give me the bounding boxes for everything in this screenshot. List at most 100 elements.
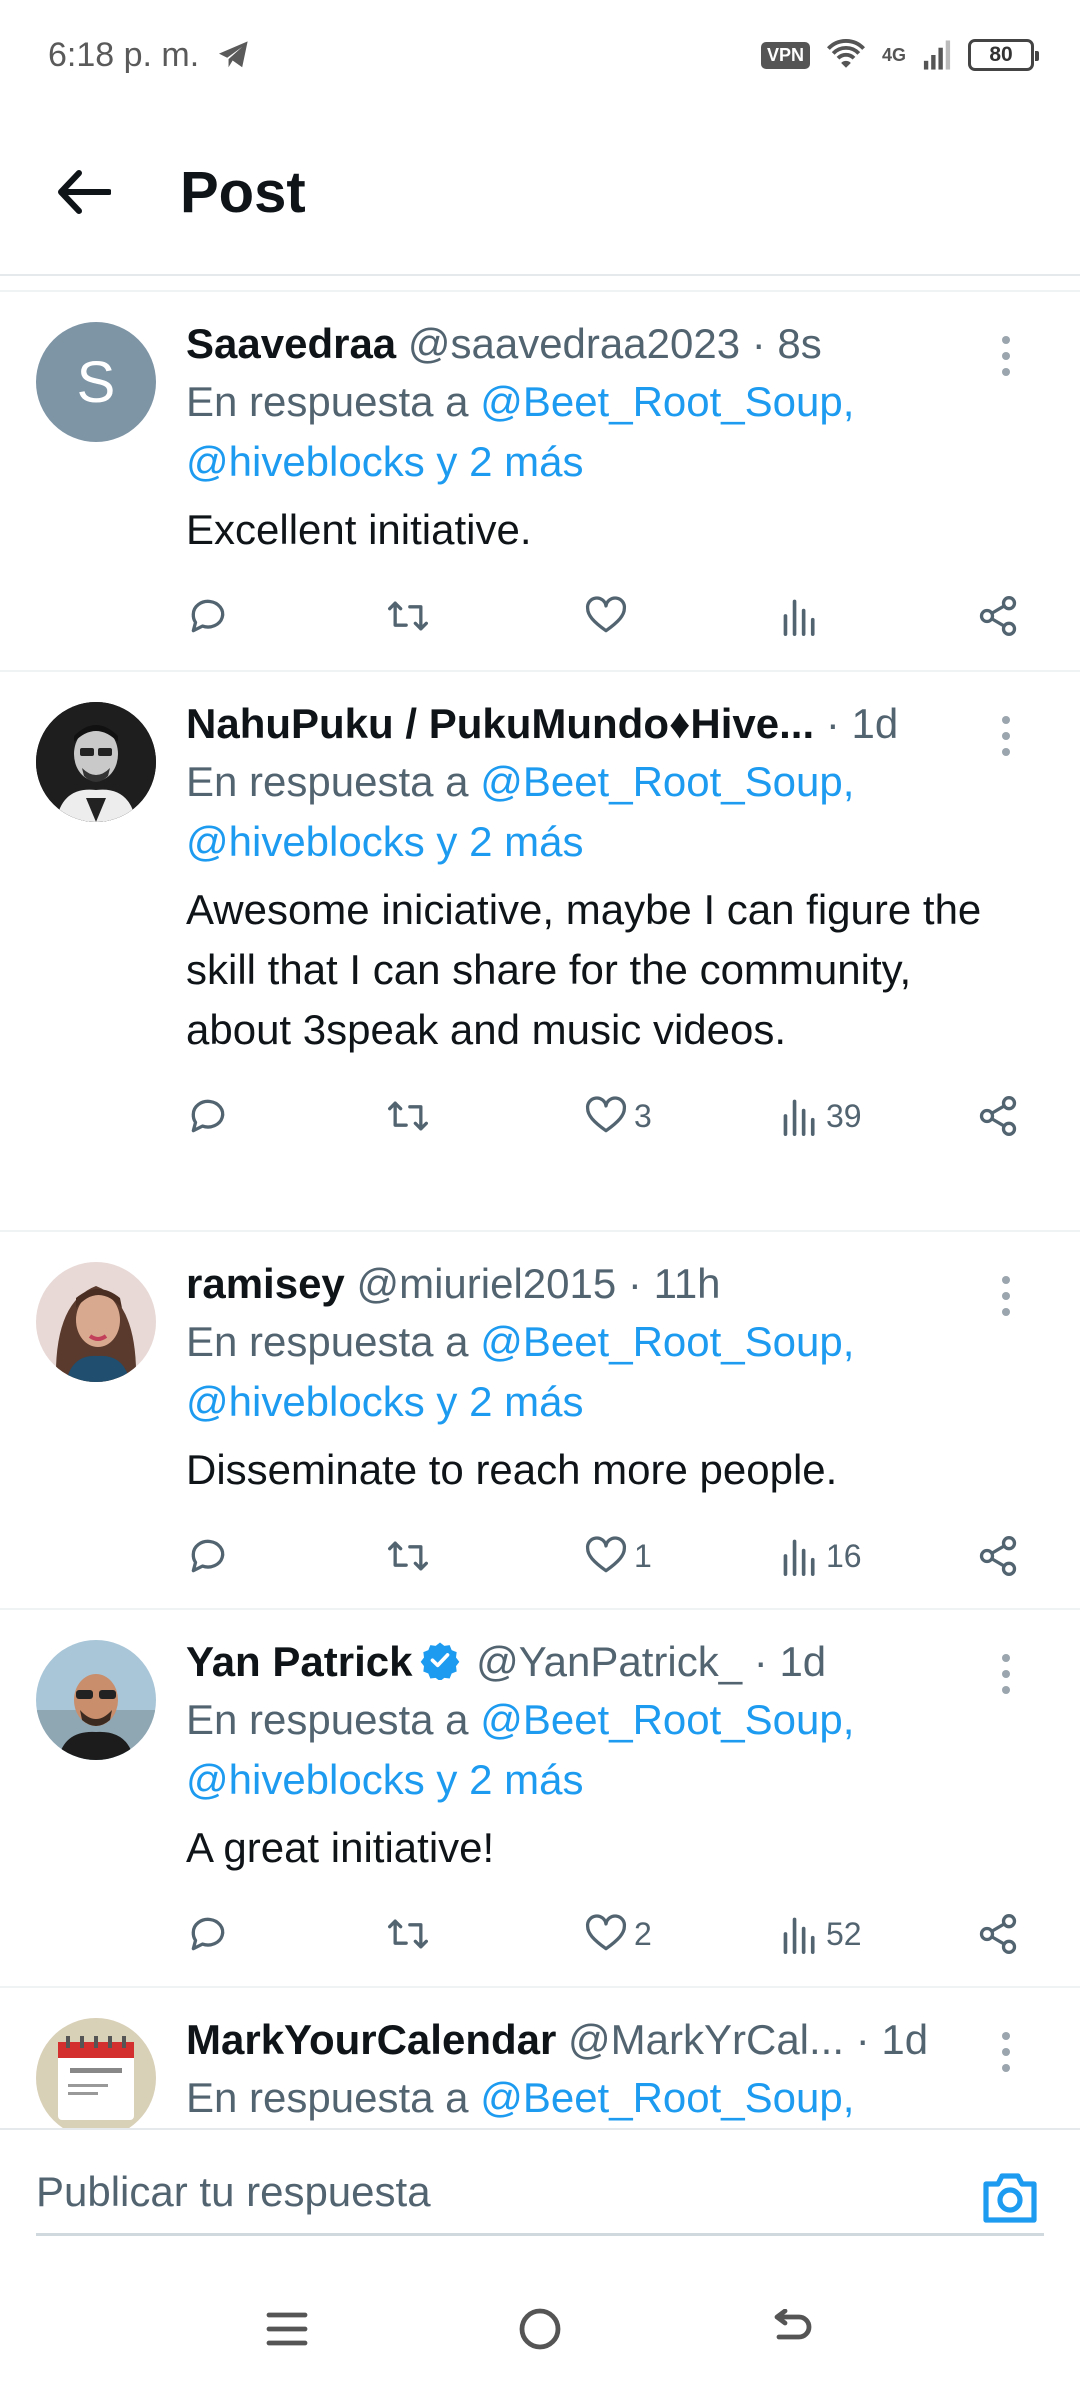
like-button[interactable]	[584, 594, 634, 638]
avatar[interactable]	[36, 1640, 156, 1760]
repost-button[interactable]	[384, 594, 432, 638]
battery-icon: 80	[968, 39, 1039, 71]
repost-icon	[388, 1101, 428, 1131]
reply-composer: Publicar tu respuesta	[0, 2128, 1080, 2258]
more-options-button[interactable]	[986, 706, 1026, 766]
more-options-button[interactable]	[986, 1266, 1026, 1326]
view-count: 39	[826, 1097, 862, 1134]
camera-button[interactable]	[980, 2170, 1040, 2226]
arrow-left-icon	[58, 170, 111, 214]
view-count: 52	[826, 1915, 862, 1952]
system-navigation-bar	[0, 2258, 1080, 2400]
heart-icon	[585, 1096, 627, 1133]
avatar[interactable]	[36, 702, 156, 822]
reply-context: En respuesta a @Beet_Root_Soup, @hiveblo…	[186, 378, 855, 485]
profile-photo-icon	[36, 1640, 156, 1760]
reply-item[interactable]: NahuPuku / PukuMundo♦Hive... · 1d En res…	[0, 672, 1080, 1232]
recent-apps-button[interactable]	[247, 2289, 327, 2369]
share-button[interactable]	[976, 1094, 1020, 1138]
repost-button[interactable]	[384, 1534, 432, 1578]
post-time: 1d	[779, 1638, 827, 1685]
post-time: 8s	[777, 320, 822, 367]
like-button[interactable]: 3	[584, 1094, 652, 1138]
reply-button[interactable]	[186, 594, 230, 638]
reply-button[interactable]	[186, 1912, 230, 1956]
comment-icon	[191, 1917, 225, 1951]
author-handle[interactable]: @miuriel2015	[356, 1260, 616, 1307]
repost-icon	[388, 601, 428, 631]
reply-context: En respuesta a @Beet_Root_Soup, @hiveblo…	[186, 758, 855, 865]
action-bar: 2 52	[186, 1884, 1080, 1984]
more-options-button[interactable]	[986, 326, 1026, 386]
reply-mentions[interactable]: @Beet_Root_Soup,	[480, 2074, 854, 2121]
heart-icon	[585, 596, 627, 633]
page-title: Post	[180, 159, 306, 225]
reply-context: En respuesta a @Beet_Root_Soup, @hiveblo…	[186, 1318, 855, 1425]
verified-badge-icon	[421, 1642, 460, 1680]
views-button[interactable]: 39	[780, 1094, 862, 1138]
like-button[interactable]: 1	[584, 1534, 652, 1578]
signal-icon	[923, 40, 951, 70]
reply-item[interactable]: Yan Patrick @YanPatrick_ · 1d En respues…	[0, 1610, 1080, 1988]
post-text: Disseminate to reach more people.	[186, 1446, 838, 1493]
reply-item[interactable]: ramisey @miuriel2015 · 11h En respuesta …	[0, 1232, 1080, 1610]
share-icon	[979, 1914, 1017, 1954]
comment-icon	[191, 1099, 225, 1133]
heart-icon	[585, 1536, 627, 1573]
repost-icon	[388, 1541, 428, 1571]
back-arrow-icon	[774, 2309, 812, 2340]
views-button[interactable]: 16	[780, 1534, 862, 1578]
reply-item[interactable]: MarkYourCalendar @MarkYrCal... · 1d En r…	[0, 1988, 1080, 2128]
share-icon	[979, 596, 1017, 636]
more-options-button[interactable]	[986, 2022, 1026, 2082]
repost-button[interactable]	[384, 1912, 432, 1956]
reply-item[interactable]: S Saavedraa @saavedraa2023 · 8s En respu…	[0, 292, 1080, 672]
heart-icon	[585, 1914, 627, 1951]
profile-photo-icon	[36, 702, 156, 822]
reply-button[interactable]	[186, 1094, 230, 1138]
avatar[interactable]	[36, 2018, 156, 2128]
like-button[interactable]: 2	[584, 1912, 652, 1956]
reply-button[interactable]	[186, 1534, 230, 1578]
author-handle[interactable]: @YanPatrick_	[476, 1638, 742, 1685]
repost-button[interactable]	[384, 1094, 432, 1138]
share-button[interactable]	[976, 1534, 1020, 1578]
reply-input[interactable]: Publicar tu respuesta	[36, 2156, 1044, 2236]
author-name[interactable]: MarkYourCalendar	[186, 2016, 556, 2063]
wifi-icon	[826, 39, 865, 68]
avatar[interactable]: S	[36, 322, 156, 442]
avatar[interactable]	[36, 1262, 156, 1382]
share-button[interactable]	[976, 1912, 1020, 1956]
back-button[interactable]	[44, 152, 124, 232]
more-options-button[interactable]	[986, 1644, 1026, 1704]
home-button[interactable]	[500, 2289, 580, 2369]
post-text: A great initiative!	[186, 1824, 495, 1871]
author-name[interactable]: Saavedraa	[186, 320, 396, 367]
status-bar: 6:18 p. m. VPN 4G 80	[0, 0, 1080, 110]
circle-home-icon	[519, 2308, 561, 2350]
calendar-avatar-icon	[36, 2018, 156, 2128]
author-handle[interactable]: @MarkYrCal...	[568, 2016, 844, 2063]
action-bar: 3 39	[186, 1066, 1080, 1166]
author-name[interactable]: ramisey	[186, 1260, 345, 1307]
post-text: Awesome iniciative, maybe I can figure t…	[186, 886, 982, 1053]
analytics-icon	[783, 1917, 815, 1954]
author-name[interactable]: Yan Patrick	[186, 1638, 412, 1685]
reply-context: En respuesta a @Beet_Root_Soup,	[186, 2074, 855, 2121]
analytics-icon	[783, 1539, 815, 1576]
post-time: 1d	[851, 700, 899, 747]
like-count: 1	[634, 1537, 652, 1574]
author-name[interactable]: NahuPuku / PukuMundo♦Hive...	[186, 700, 814, 747]
view-count: 16	[826, 1537, 862, 1574]
analytics-icon	[783, 1099, 815, 1136]
comment-icon	[191, 599, 225, 633]
back-nav-button[interactable]	[753, 2289, 833, 2369]
share-button[interactable]	[976, 594, 1020, 638]
author-handle[interactable]: @saavedraa2023	[408, 320, 740, 367]
camera-icon	[983, 2173, 1037, 2223]
menu-icon	[266, 2312, 308, 2346]
reply-context: En respuesta a @Beet_Root_Soup, @hiveblo…	[186, 1696, 855, 1803]
views-button[interactable]: 52	[780, 1912, 862, 1956]
post-time: 11h	[653, 1260, 721, 1307]
views-button[interactable]	[780, 594, 826, 638]
